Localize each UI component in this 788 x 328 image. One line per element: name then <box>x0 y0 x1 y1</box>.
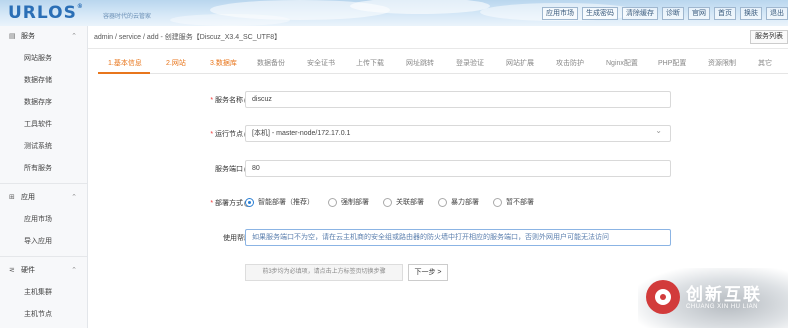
deploy-mode-radios: 智能部署（推荐） 强制部署 关联部署 暴力部署 暂不部署 <box>245 197 548 207</box>
sidebar-item-all-services[interactable]: 所有服务 <box>0 158 87 180</box>
sidebar-item-app-market[interactable]: 应用市场 <box>0 209 87 231</box>
next-step-button[interactable]: 下一步 > <box>408 264 448 281</box>
row-service-name: *服务名称?: discuz <box>88 91 788 109</box>
breadcrumb: admin / service / add - 创建服务【Discuz_X3.4… <box>94 34 282 41</box>
share-icon: ⋜ <box>9 267 15 274</box>
sidebar-divider <box>0 256 87 257</box>
sidebar-item-test-system[interactable]: 测试系统 <box>0 136 87 158</box>
sidebar-item-tools[interactable]: 工具软件 <box>0 114 87 136</box>
watermark-logo: 创新互联 CHUANG XIN HU LIAN <box>642 276 782 320</box>
row-deploy-mode: *部署方式?: 智能部署（推荐） 强制部署 关联部署 暴力部署 暂不部署 <box>88 194 788 212</box>
tab-redirect[interactable]: 网址跳转 <box>406 58 434 68</box>
top-link-clear-cache[interactable]: 清除缓存 <box>622 7 658 20</box>
watermark-cn-text: 创新互联 <box>686 285 762 304</box>
sidebar-item-host-cluster[interactable]: 主机集群 <box>0 282 87 304</box>
brand-logo-icon <box>646 280 680 314</box>
sidebar-section-hardware[interactable]: ⋜ 硬件 ⌃ <box>0 260 87 282</box>
top-link-home[interactable]: 首页 <box>714 7 736 20</box>
row-help: 使用帮助: 如果服务端口不为空，请在云主机商的安全组或路由器的防火墙中打开相应的… <box>88 229 788 247</box>
required-mark: * <box>210 200 214 207</box>
radio-dot <box>245 197 254 207</box>
tab-login-verify[interactable]: 登录验证 <box>456 58 484 68</box>
radio-dot <box>438 197 447 207</box>
sidebar-section-label: 服务 <box>20 33 35 40</box>
sidebar-section-label: 硬件 <box>20 267 35 274</box>
tab-nginx[interactable]: Nginx配置 <box>606 58 638 68</box>
service-name-input[interactable]: discuz <box>245 91 671 108</box>
sidebar-section-label: 应用 <box>20 194 35 201</box>
top-links: 应用市场 生成密码 清除缓存 诊断 官网 首页 换肤 退出 <box>542 7 788 20</box>
chevron-up-icon: ⌃ <box>71 194 77 201</box>
radio-no-deploy[interactable]: 暂不部署 <box>493 197 534 207</box>
top-link-app-market[interactable]: 应用市场 <box>542 7 578 20</box>
radio-dot <box>383 197 392 207</box>
radio-smart-deploy[interactable]: 智能部署（推荐） <box>245 197 314 207</box>
sidebar-item-web-service[interactable]: 网站服务 <box>0 48 87 70</box>
sidebar-section-service[interactable]: ▤ 服务 ⌃ <box>0 26 87 48</box>
required-mark: * <box>210 131 214 138</box>
top-link-skin[interactable]: 换肤 <box>740 7 762 20</box>
slogan: 容器时代的云管家 <box>103 14 152 20</box>
tab-bar: 1.基本信息 2.网站 3.数据库 数据备份 安全证书 上传下载 网址跳转 登录… <box>98 56 788 74</box>
sidebar-item-data-storage[interactable]: 数据存储 <box>0 70 87 92</box>
chevron-up-icon: ⌃ <box>71 267 77 274</box>
sidebar-section-apps[interactable]: ⊞ 应用 ⌃ <box>0 187 87 209</box>
logo[interactable]: URLOS® <box>8 3 84 23</box>
active-tab-indicator <box>98 72 150 74</box>
sidebar-item-import-app[interactable]: 导入应用 <box>0 231 87 253</box>
tab-resource-limit[interactable]: 资源限制 <box>708 58 736 68</box>
tab-php[interactable]: PHP配置 <box>658 58 686 68</box>
top-link-gen-password[interactable]: 生成密码 <box>582 7 618 20</box>
top-link-official-site[interactable]: 官网 <box>688 7 710 20</box>
breadcrumb-divider <box>88 48 788 49</box>
chevron-up-icon: ⌃ <box>71 33 77 40</box>
grid-icon: ⊞ <box>9 194 15 201</box>
row-service-port: 服务端口?: 80 <box>88 160 788 178</box>
sidebar-item-host-node[interactable]: 主机节点 <box>0 304 87 326</box>
radio-dot <box>328 197 337 207</box>
radio-brute-deploy[interactable]: 暴力部署 <box>438 197 479 207</box>
required-mark: * <box>210 97 214 104</box>
top-link-logout[interactable]: 退出 <box>766 7 788 20</box>
service-list-button[interactable]: 服务列表 <box>750 30 788 44</box>
tab-website[interactable]: 2.网站 <box>166 58 186 68</box>
tab-site-extension[interactable]: 网站扩展 <box>506 58 534 68</box>
tab-database[interactable]: 3.数据库 <box>210 58 237 68</box>
row-run-node: *运行节点?: [本机] - master-node/172.17.0.1 <box>88 123 788 143</box>
radio-linked-deploy[interactable]: 关联部署 <box>383 197 424 207</box>
radio-force-deploy[interactable]: 强制部署 <box>328 197 369 207</box>
step-hint: 前3步均为必填项，请点击上方标签页切换步骤 <box>245 264 403 281</box>
server-icon: ▤ <box>9 33 16 40</box>
top-link-diagnose[interactable]: 诊断 <box>662 7 684 20</box>
tab-backup[interactable]: 数据备份 <box>257 58 285 68</box>
tab-attack-protection[interactable]: 攻击防护 <box>556 58 584 68</box>
sidebar: ▤ 服务 ⌃ 网站服务 数据存储 数据存序 工具软件 测试系统 所有服务 ⊞ 应… <box>0 26 88 328</box>
watermark-en-text: CHUANG XIN HU LIAN <box>686 304 759 310</box>
tab-ssl[interactable]: 安全证书 <box>307 58 335 68</box>
service-port-input[interactable]: 80 <box>245 160 671 177</box>
top-header: URLOS® 容器时代的云管家 应用市场 生成密码 清除缓存 诊断 官网 首页 … <box>0 0 788 26</box>
sidebar-divider <box>0 183 87 184</box>
radio-dot <box>493 197 502 207</box>
tab-other[interactable]: 其它 <box>758 58 772 68</box>
run-node-select[interactable]: [本机] - master-node/172.17.0.1 <box>245 123 671 142</box>
tab-upload-download[interactable]: 上传下载 <box>356 58 384 68</box>
help-text-box: 如果服务端口不为空，请在云主机商的安全组或路由器的防火墙中打开相应的服务端口，否… <box>245 229 671 246</box>
sidebar-item-data-store[interactable]: 数据存序 <box>0 92 87 114</box>
tab-basic-info[interactable]: 1.基本信息 <box>108 58 142 68</box>
